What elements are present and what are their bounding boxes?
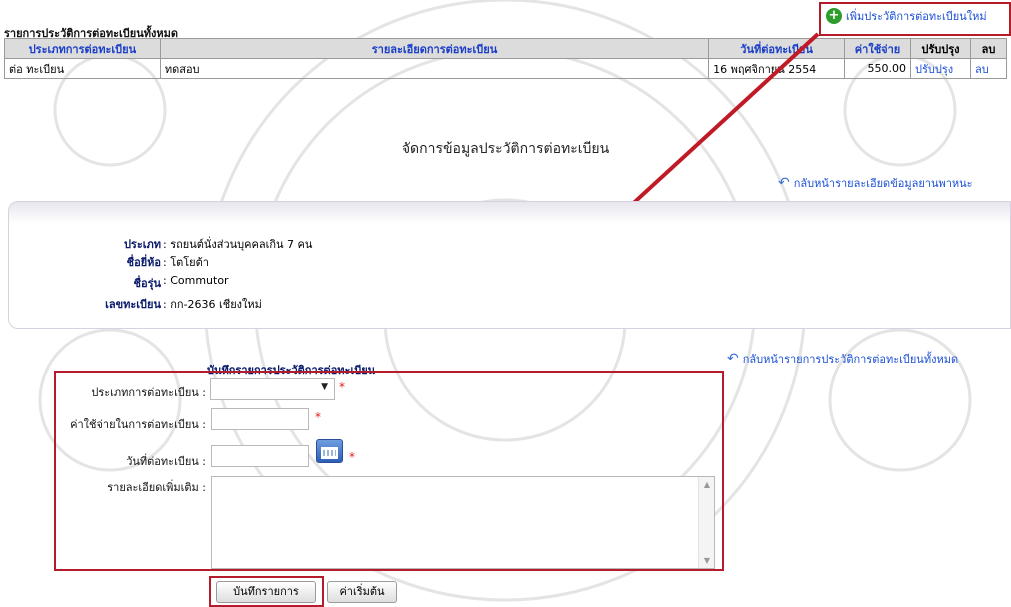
vehicle-type-value: รถยนต์นั่งส่วนบุคคลเกิน 7 คน: [170, 238, 313, 251]
vehicle-plate-label: เลขทะเบียน: [105, 298, 161, 311]
annotation-frame-save: [209, 576, 324, 607]
vehicle-info-panel: ประเภท : รถยนต์นั่งส่วนบุคคลเกิน 7 คน ชื…: [8, 201, 1011, 329]
scroll-up-icon[interactable]: ▲: [699, 480, 715, 489]
vehicle-model-value: Commutor: [170, 274, 229, 287]
vehicle-brand-value: โตโยต้า: [170, 256, 209, 269]
vehicle-type-label: ประเภท: [123, 238, 161, 251]
type-field-label: ประเภทการต่อทะเบียน :: [91, 386, 206, 399]
calendar-icon[interactable]: [316, 439, 343, 463]
registration-type-select[interactable]: ▼: [210, 378, 335, 400]
date-field-label: วันที่ต่อทะเบียน :: [126, 455, 206, 468]
reset-button[interactable]: ค่าเริ่มต้น: [327, 581, 397, 603]
required-mark: *: [339, 380, 345, 394]
back-arrow-icon: ↶: [778, 175, 790, 191]
back-to-vehicle-link[interactable]: ↶ กลับหน้ารายละเอียดข้อมูลยานพาหนะ: [778, 174, 973, 192]
textarea-scrollbar[interactable]: ▲ ▼: [698, 477, 714, 568]
required-mark: *: [315, 410, 321, 424]
back-to-vehicle-label[interactable]: กลับหน้ารายละเอียดข้อมูลยานพาหนะ: [794, 174, 973, 192]
vehicle-brand-label: ชื่อยี่ห้อ: [126, 256, 161, 269]
vehicle-model-label: ชื่อรุ่น: [133, 277, 162, 290]
back-to-list-link[interactable]: ↶ กลับหน้ารายการประวัติการต่อทะเบียนทั้ง…: [727, 350, 958, 368]
detail-textarea[interactable]: ▲ ▼: [211, 476, 715, 569]
section-title: จัดการข้อมูลประวัติการต่อทะเบียน: [401, 141, 610, 157]
detail-field-label: รายละเอียดเพิ่มเติม :: [107, 481, 206, 494]
scroll-down-icon[interactable]: ▼: [699, 556, 715, 565]
chevron-down-icon: ▼: [321, 382, 328, 392]
vehicle-plate-value: กก-2636 เชียงใหม่: [170, 298, 262, 311]
required-mark: *: [349, 450, 355, 464]
back-arrow-icon: ↶: [727, 351, 739, 367]
back-to-list-label[interactable]: กลับหน้ารายการประวัติการต่อทะเบียนทั้งหม…: [743, 350, 958, 368]
date-input[interactable]: [211, 445, 309, 467]
cost-field-label: ค่าใช้จ่ายในการต่อทะเบียน :: [70, 418, 206, 431]
cost-input[interactable]: [211, 408, 309, 430]
